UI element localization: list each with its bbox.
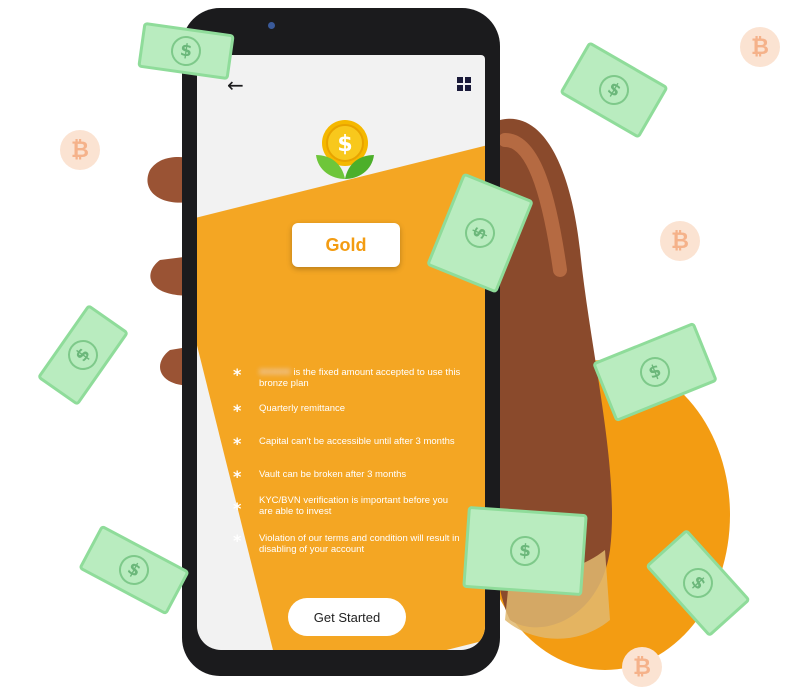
feature-item: * 000000 is the fixed amount accepted to… xyxy=(233,365,463,390)
get-started-button[interactable]: Get Started xyxy=(288,598,406,636)
camera-icon xyxy=(268,22,275,29)
feature-item: * Capital can't be accessible until afte… xyxy=(233,436,463,452)
bitcoin-icon: ₿ xyxy=(660,221,700,261)
back-arrow-icon[interactable]: ← xyxy=(227,73,244,97)
coin-symbol: $ xyxy=(337,132,352,157)
dollar-plant-icon: $ xyxy=(316,120,374,179)
bitcoin-icon: ₿ xyxy=(60,130,100,170)
asterisk-icon: * xyxy=(233,467,242,486)
feature-item: * Quarterly remittance xyxy=(233,403,463,419)
feature-text: Capital can't be accessible until after … xyxy=(259,436,455,447)
asterisk-icon: * xyxy=(233,365,242,384)
feature-text: Vault can be broken after 3 months xyxy=(259,469,407,480)
bitcoin-icon: ₿ xyxy=(740,27,780,67)
get-started-label: Get Started xyxy=(313,609,381,625)
dollar-bill-icon: $ xyxy=(36,303,130,407)
feature-text: Quarterly remittance xyxy=(259,403,346,414)
feature-item: * KYC/BVN verification is important befo… xyxy=(233,495,463,517)
asterisk-icon: * xyxy=(233,531,242,550)
feature-text: Violation of our terms and condition wil… xyxy=(259,533,460,555)
asterisk-icon: * xyxy=(233,499,242,518)
plan-badge: Gold xyxy=(292,223,400,267)
feature-text: KYC/BVN verification is important before… xyxy=(259,495,449,517)
grid-menu-icon[interactable] xyxy=(457,77,471,91)
feature-item: * Vault can be broken after 3 months xyxy=(233,469,463,485)
bitcoin-icon: ₿ xyxy=(622,647,662,687)
asterisk-icon: * xyxy=(233,401,242,420)
dollar-bill-icon: $ xyxy=(462,505,588,597)
asterisk-icon: * xyxy=(233,434,242,453)
app-screen: ← $ Gold * 000000 is the fixed amount ac… xyxy=(197,55,485,650)
plan-name: Gold xyxy=(325,234,367,255)
screen-orange-panel xyxy=(197,128,485,650)
blurred-amount: 000000 xyxy=(259,367,291,378)
feature-item: * Violation of our terms and condition w… xyxy=(233,531,463,556)
